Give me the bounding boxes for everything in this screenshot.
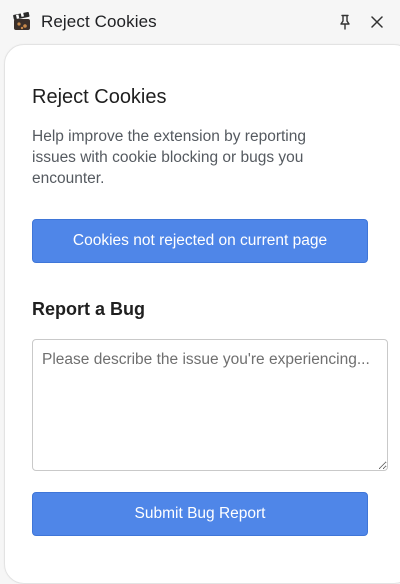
bug-description-input[interactable] [32, 339, 388, 471]
description-text: Help improve the extension by reporting … [32, 128, 306, 187]
submit-bug-report-button[interactable]: Submit Bug Report [32, 492, 368, 536]
close-icon[interactable] [364, 9, 390, 35]
page-title: Reject Cookies [32, 86, 167, 108]
window-title: Reject Cookies [41, 12, 157, 31]
cookie-clapper-icon [12, 12, 32, 32]
pin-icon[interactable] [332, 9, 358, 35]
cookies-not-rejected-button[interactable]: Cookies not rejected on current page [32, 219, 368, 263]
report-bug-heading: Report a Bug [32, 299, 146, 319]
window-titlebar: Reject Cookies [0, 0, 400, 44]
